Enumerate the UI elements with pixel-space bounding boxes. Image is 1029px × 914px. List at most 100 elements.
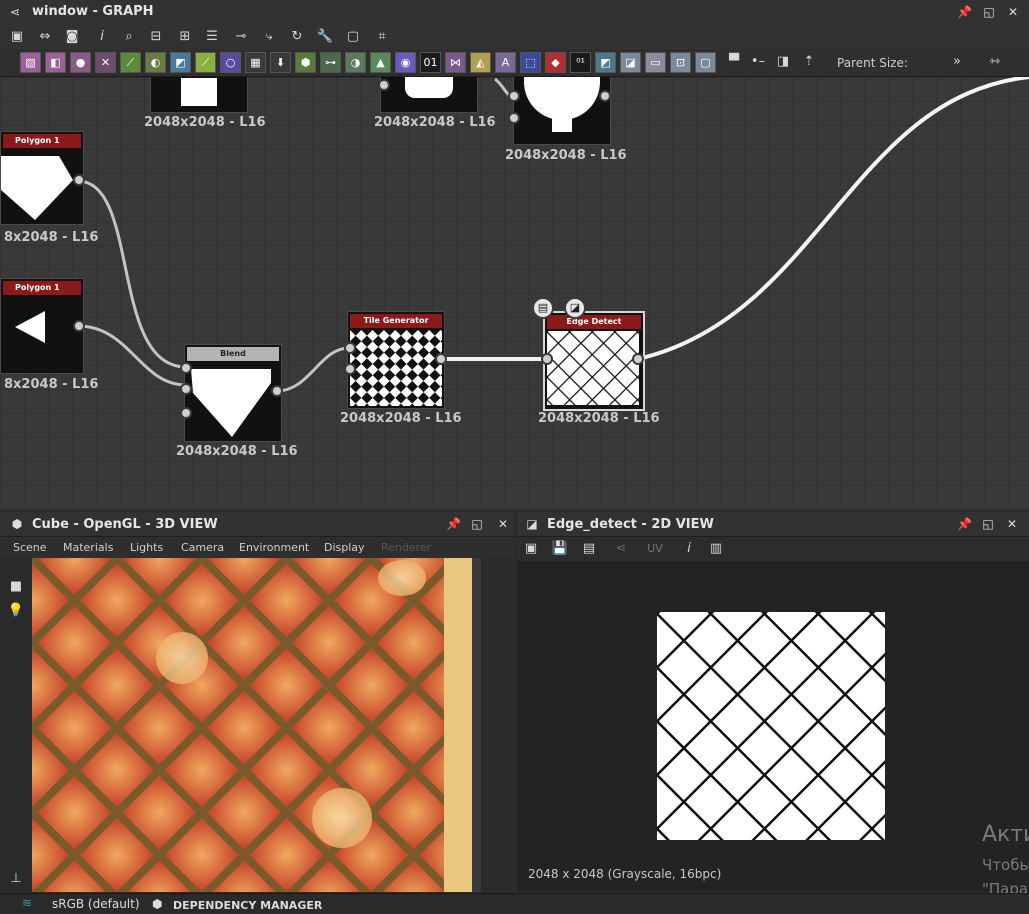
graph-canvas[interactable]: 2048x2048 - L16 2048x2048 - L16 2048x204… [0, 77, 1029, 510]
menu-camera[interactable]: Camera [181, 541, 224, 554]
maximize-icon[interactable]: ◱ [470, 517, 484, 531]
fit-view-icon[interactable]: ⇔ [36, 28, 54, 46]
pixel-processor-button[interactable]: ◩ [595, 52, 616, 73]
frame-icon[interactable]: ▣ [522, 540, 540, 558]
connect-icon[interactable]: ⤷ [260, 28, 278, 46]
view3d-viewport[interactable] [32, 558, 481, 892]
graph-node-top-1[interactable] [150, 77, 248, 113]
maximize-icon[interactable]: ◱ [982, 5, 996, 19]
svg-node-button[interactable]: ◧ [45, 52, 66, 73]
maximize-icon[interactable]: ◱ [981, 517, 995, 531]
fill-button[interactable]: ◆ [545, 52, 566, 73]
frame-node-button[interactable]: ▭ [645, 52, 666, 73]
output-port[interactable] [599, 90, 611, 102]
camera-icon[interactable]: ◙ [63, 28, 81, 46]
refresh-icon[interactable]: ↻ [288, 28, 306, 46]
graph-node-polygon-2[interactable]: Polygon 1 [0, 278, 84, 374]
warp-button[interactable]: ◩ [170, 52, 191, 73]
axis-icon[interactable]: ⊥ [7, 870, 25, 888]
blur-button[interactable]: ○ [220, 52, 241, 73]
normal-button[interactable]: ◑ [345, 52, 366, 73]
menu-materials[interactable]: Materials [63, 541, 113, 554]
blend-button[interactable]: ⊶ [320, 52, 341, 73]
menu-lights[interactable]: Lights [130, 541, 163, 554]
menu-display[interactable]: Display [324, 541, 365, 554]
pin-icon[interactable]: 📌 [446, 517, 461, 531]
resolution-icon[interactable]: ⇿ [986, 53, 1004, 71]
graph-node-button[interactable]: ⊡ [670, 52, 691, 73]
graph-node-polygon-1[interactable]: Polygon 1 [0, 131, 84, 225]
pin-icon[interactable]: 📌 [957, 517, 972, 531]
expose-icon[interactable]: ◨ [774, 53, 792, 71]
input-port[interactable] [344, 342, 356, 354]
graph-node-tile-generator[interactable]: Tile Generator [347, 311, 445, 409]
share-icon[interactable]: ⋖ [612, 540, 630, 558]
close-icon[interactable]: ✕ [1005, 517, 1019, 531]
camera-icon[interactable]: ■ [7, 578, 25, 596]
histogram-button[interactable]: ▲ [370, 52, 391, 73]
bitmap-node-button[interactable]: ▨ [20, 52, 41, 73]
align-icon[interactable]: ⊟ [147, 28, 165, 46]
menu-renderer[interactable]: Renderer [381, 541, 431, 554]
value-processor-button[interactable]: ◪ [620, 52, 641, 73]
noise-button[interactable]: 01 [420, 52, 441, 73]
input-port[interactable] [378, 79, 390, 91]
link-icon[interactable]: ⊸ [232, 28, 250, 46]
crop-icon[interactable]: ⌗ [373, 28, 391, 46]
comment-icon[interactable]: ▀ [725, 53, 743, 71]
input-port[interactable] [180, 362, 192, 374]
search-icon[interactable]: ⌕ [120, 28, 138, 46]
info-icon[interactable]: i [680, 540, 698, 558]
document-icon[interactable]: ▤ [532, 297, 554, 319]
graph-node-blend[interactable]: Blend [184, 344, 282, 442]
save-icon[interactable]: 💾 [551, 540, 569, 558]
text-button[interactable]: A [495, 52, 516, 73]
preview-icon[interactable]: ▢ [344, 28, 362, 46]
uv-dropdown[interactable]: UV [640, 540, 670, 558]
tile-button[interactable]: ▦ [245, 52, 266, 73]
mirror-button[interactable]: ◭ [470, 52, 491, 73]
menu-environment[interactable]: Environment [239, 541, 309, 554]
graph-node-top-2[interactable] [380, 77, 478, 113]
fx-map-button[interactable]: ⁰¹ [570, 52, 591, 73]
input-port[interactable] [344, 363, 356, 375]
input-port[interactable] [541, 353, 553, 365]
uniform-color-button[interactable]: ● [70, 52, 91, 73]
curve-button[interactable]: ⟋ [120, 52, 141, 73]
graph-node-edge-detect[interactable]: Edge Detect [543, 311, 645, 411]
levels-button[interactable]: ◐ [145, 52, 166, 73]
output-port[interactable] [73, 174, 85, 186]
dependency-manager-tab[interactable]: DEPENDENCY MANAGER [173, 899, 322, 912]
close-icon[interactable]: ✕ [496, 517, 510, 531]
bounding-box-button[interactable]: ⬚ [520, 52, 541, 73]
input-port[interactable] [508, 90, 520, 102]
list-icon[interactable]: ☰ [203, 28, 221, 46]
output-port[interactable] [632, 353, 644, 365]
info-icon[interactable]: i [93, 28, 111, 46]
output-port[interactable] [271, 385, 283, 397]
input-port[interactable] [180, 383, 192, 395]
pin-button-icon[interactable]: ⇡ [800, 53, 818, 71]
chevron-right-icon[interactable]: » [948, 53, 966, 71]
menu-scene[interactable]: Scene [13, 541, 47, 554]
input-port[interactable] [180, 407, 192, 419]
layers-icon[interactable]: ≋ [22, 896, 32, 910]
view2d-canvas[interactable] [518, 561, 1029, 892]
copy-icon[interactable]: ▤ [580, 540, 598, 558]
pin-icon[interactable]: 📌 [957, 5, 972, 19]
light-icon[interactable]: 💡 [7, 602, 25, 620]
checker-icon[interactable]: ◪ [564, 297, 586, 319]
close-icon[interactable]: ✕ [1006, 5, 1020, 19]
input-port[interactable] [508, 112, 520, 124]
frame-icon[interactable]: ▣ [8, 28, 26, 46]
output-port[interactable] [73, 320, 85, 332]
hsl-button[interactable]: ◉ [395, 52, 416, 73]
output-button[interactable]: ⬇ [270, 52, 291, 73]
shuffle-button[interactable]: ✕ [95, 52, 116, 73]
hierarchy-icon[interactable]: ⊞ [176, 28, 194, 46]
color-space-dropdown[interactable]: sRGB (default) [52, 897, 140, 911]
gradient-button[interactable]: ⟋ [195, 52, 216, 73]
wrench-icon[interactable]: 🔧 [316, 28, 334, 46]
histogram-icon[interactable]: ▥ [707, 540, 725, 558]
transform-button[interactable]: ⋈ [445, 52, 466, 73]
